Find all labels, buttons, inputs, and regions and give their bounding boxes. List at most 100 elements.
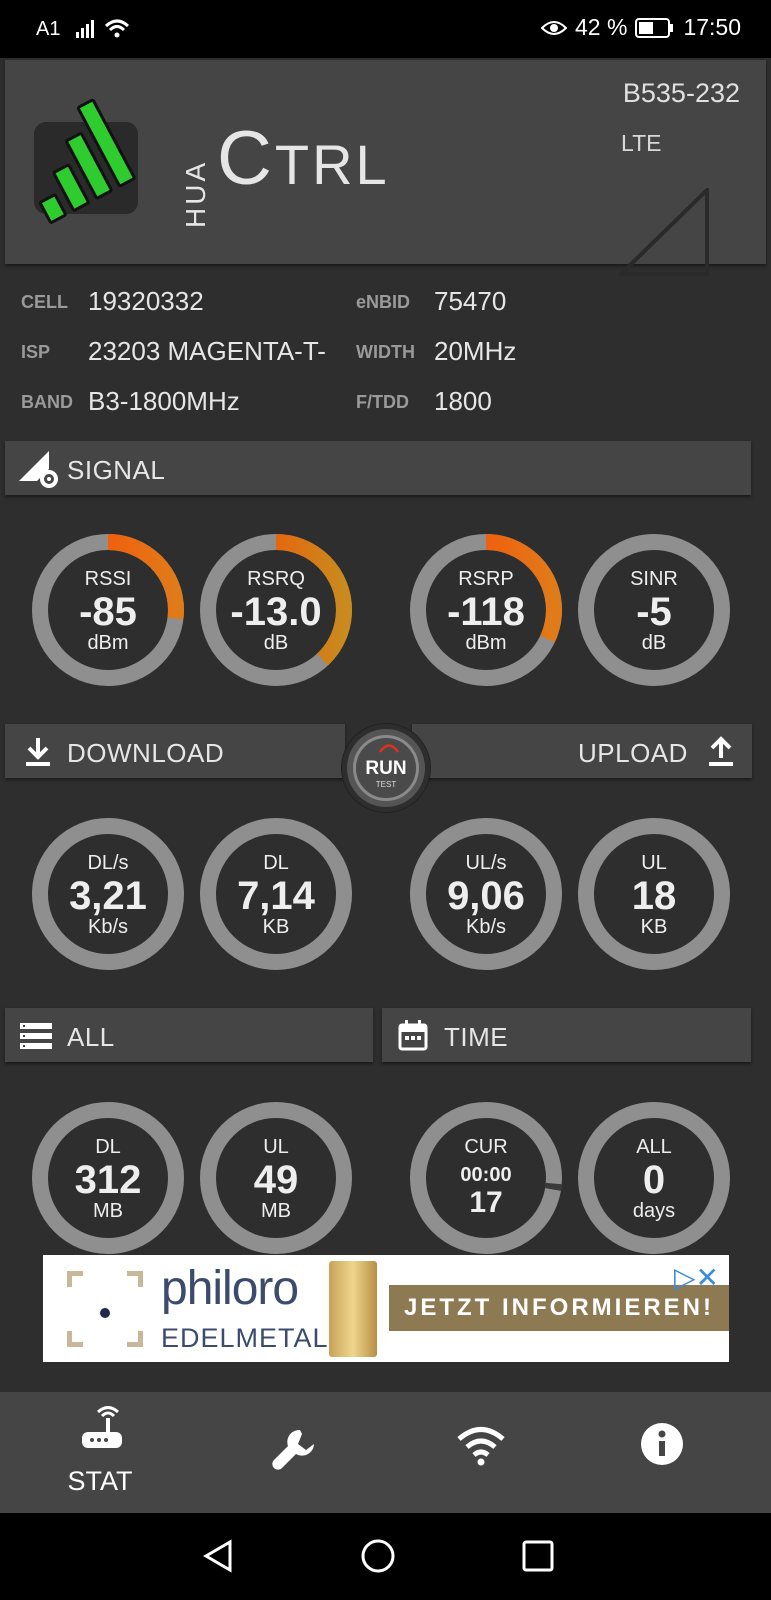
- isp-label: ISP: [21, 342, 51, 362]
- rssi-gauge: RSSI -85 dBm: [28, 530, 188, 690]
- battery-icon: [635, 17, 674, 38]
- rsrq-value: -13.0: [230, 590, 322, 634]
- download-title: DOWNLOAD: [67, 738, 225, 768]
- logo-ctrl-text: CTRL: [217, 116, 390, 201]
- run-test-button[interactable]: RUN TEST: [342, 724, 430, 812]
- dl-total-gauge: DL 7,14 KB: [196, 814, 356, 974]
- rsrq-gauge: RSRQ -13.0 dB: [196, 530, 356, 690]
- dl-all-gauge: DL 312 MB: [28, 1098, 188, 1258]
- dl-all-label: DL: [95, 1136, 121, 1158]
- calendar-icon: [398, 1020, 428, 1051]
- ftdd-value: 1800: [434, 386, 492, 416]
- current-time-gauge: CUR 00:00 17: [406, 1098, 566, 1258]
- all-time-unit: days: [632, 1200, 676, 1222]
- gold-bar-image: [329, 1261, 377, 1357]
- ul-total-unit: KB: [640, 916, 668, 938]
- width-label: WIDTH: [356, 342, 415, 362]
- rssi-label: RSSI: [84, 568, 132, 590]
- ul-all-value: 49: [253, 1158, 299, 1202]
- current-time-label: CUR: [464, 1136, 508, 1158]
- router-model: B535-232: [622, 78, 740, 108]
- ad-banner[interactable]: philoro EDELMETALLE JETZT INFORMIEREN! ▷…: [43, 1255, 729, 1362]
- info-row: CELL 19320332 eNBID 75470: [0, 282, 771, 322]
- signal-strength-icon: [619, 188, 709, 276]
- wifi-icon: [457, 1427, 505, 1466]
- router-icon: [82, 1406, 122, 1448]
- current-time-value: 00:00: [460, 1164, 512, 1186]
- nav-tools[interactable]: [196, 1392, 388, 1513]
- upload-title: UPLOAD: [578, 738, 688, 768]
- app-header: HUA CTRL B535-232 LTE: [5, 60, 766, 276]
- rsrp-gauge: RSRP -118 dBm: [406, 530, 566, 690]
- all-time-gauge: ALL 0 days: [574, 1098, 734, 1258]
- band-value: B3-1800MHz: [88, 386, 240, 416]
- cell-value: 19320332: [88, 286, 204, 316]
- bottom-nav: STAT: [0, 1392, 771, 1513]
- nav-stat-label: STAT: [67, 1466, 133, 1496]
- list-icon: [20, 1023, 52, 1049]
- download-icon: [26, 738, 50, 766]
- all-time-label: ALL: [636, 1136, 672, 1158]
- cell-label: CELL: [21, 292, 68, 312]
- rsrp-value: -118: [447, 590, 525, 634]
- ul-rate-unit: Kb/s: [465, 916, 507, 938]
- signal-settings-icon: [19, 451, 58, 488]
- run-label: RUN: [365, 758, 407, 779]
- ul-rate-label: UL/s: [465, 852, 507, 874]
- rssi-value: -85: [79, 590, 137, 634]
- ad-brand: philoro: [161, 1262, 299, 1315]
- download-section-header[interactable]: DOWNLOAD: [5, 724, 345, 778]
- all-section-header[interactable]: ALL: [5, 1008, 373, 1062]
- nav-wifi[interactable]: [386, 1392, 578, 1513]
- dl-rate-value: 3,21: [69, 874, 147, 918]
- signal-wifi-icons: [74, 14, 134, 47]
- dl-rate-unit: Kb/s: [87, 916, 129, 938]
- back-icon[interactable]: [202, 1539, 234, 1573]
- ftdd-label: F/TDD: [356, 392, 409, 412]
- wrench-icon: [272, 1429, 314, 1470]
- rsrp-unit: dBm: [465, 632, 507, 654]
- dl-all-value: 312: [74, 1158, 142, 1202]
- ul-all-unit: MB: [261, 1200, 291, 1222]
- clock: 17:50: [683, 14, 741, 40]
- enbid-value: 75470: [434, 286, 507, 316]
- philoro-logo-mark-icon: [67, 1271, 143, 1347]
- dl-all-unit: MB: [93, 1200, 123, 1222]
- network-type: LTE: [621, 130, 662, 156]
- dl-total-value: 7,14: [237, 874, 315, 918]
- width-value: 20MHz: [434, 336, 517, 366]
- info-icon: [641, 1423, 683, 1465]
- ul-all-gauge: UL 49 MB: [196, 1098, 356, 1258]
- time-section-header[interactable]: TIME: [382, 1008, 751, 1062]
- eye-icon: [541, 20, 567, 35]
- ul-all-label: UL: [263, 1136, 289, 1158]
- rsrq-label: RSRQ: [247, 568, 305, 590]
- dl-total-unit: KB: [262, 916, 290, 938]
- run-test-dial: RUN TEST: [353, 735, 419, 801]
- upload-section-header[interactable]: UPLOAD: [412, 724, 752, 778]
- sinr-unit: dB: [641, 632, 667, 654]
- speedometer-icon: [378, 744, 400, 753]
- isp-value: 23203 MAGENTA-T-: [88, 336, 326, 366]
- rsrp-label: RSRP: [458, 568, 514, 590]
- all-title: ALL: [67, 1022, 115, 1052]
- recents-icon[interactable]: [522, 1540, 554, 1572]
- signal-bars-logo-icon: [20, 94, 150, 229]
- system-nav-bar: [0, 1513, 771, 1600]
- status-right: 42 % 17:50: [541, 14, 741, 41]
- nav-info[interactable]: [566, 1392, 758, 1513]
- signal-section-header[interactable]: SIGNAL: [5, 441, 751, 495]
- ul-total-label: UL: [641, 852, 667, 874]
- home-icon[interactable]: [361, 1539, 395, 1573]
- current-time-seconds: 17: [469, 1186, 503, 1219]
- ad-close-icon[interactable]: ▷✕: [674, 1261, 719, 1294]
- nav-stat[interactable]: STAT: [4, 1392, 196, 1513]
- logo-hua-text: HUA: [180, 159, 211, 228]
- dl-total-label: DL: [263, 852, 289, 874]
- sinr-value: -5: [636, 590, 672, 634]
- info-row: ISP 23203 MAGENTA-T- WIDTH 20MHz: [0, 332, 771, 372]
- carrier-label: A1: [36, 18, 61, 40]
- ul-rate-value: 9,06: [447, 874, 525, 918]
- ul-total-value: 18: [631, 874, 677, 918]
- sinr-label: SINR: [630, 568, 678, 590]
